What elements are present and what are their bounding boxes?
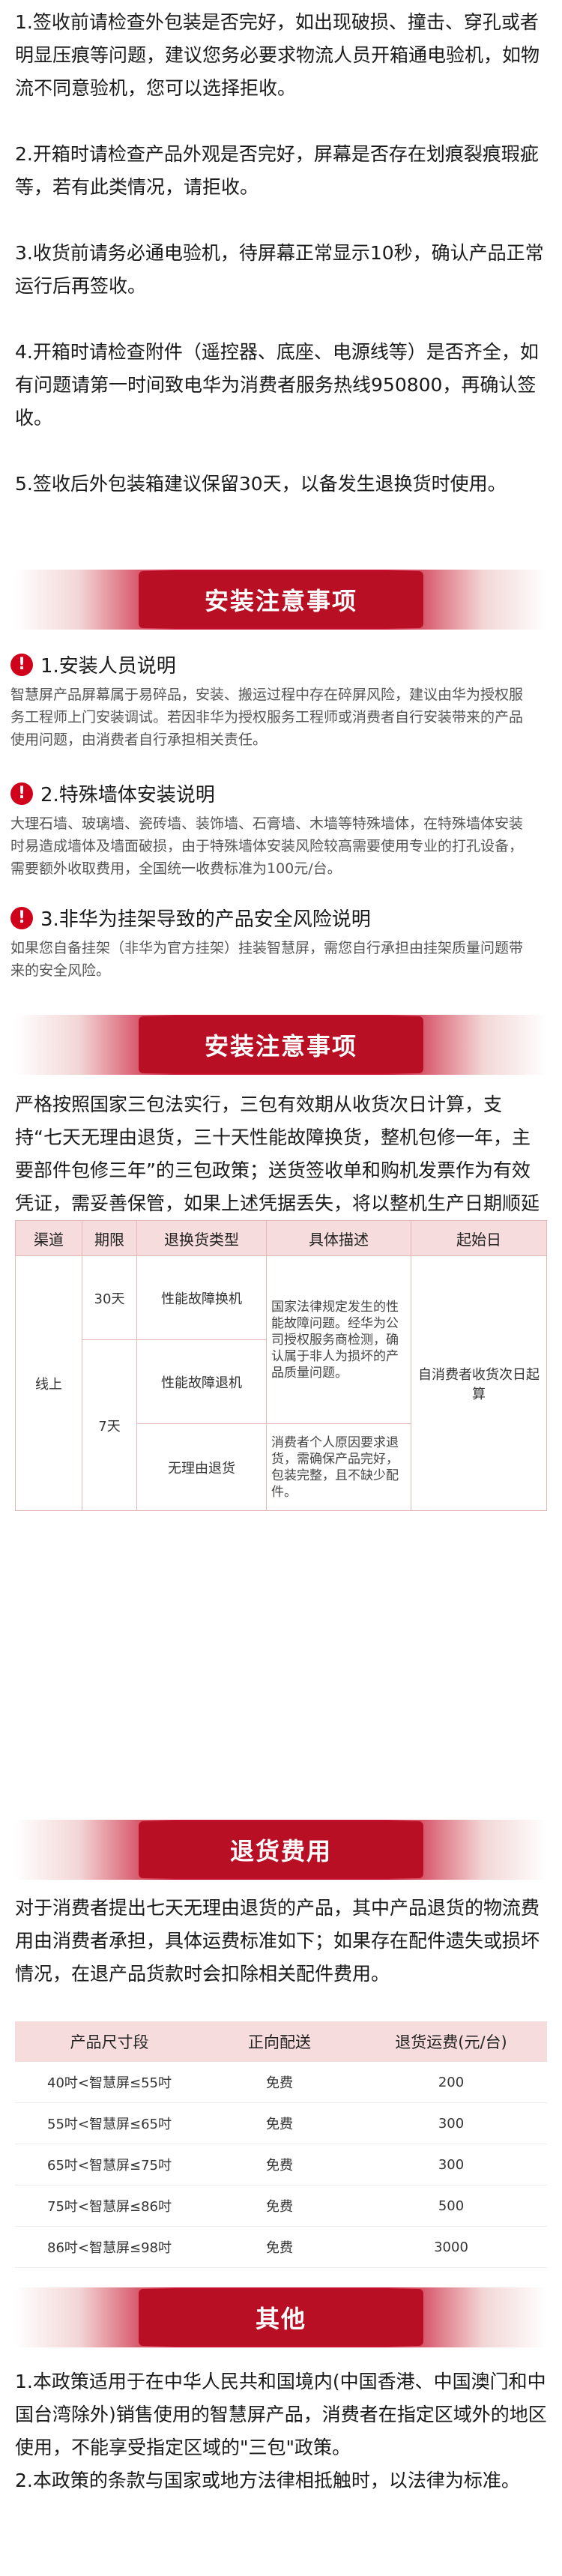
intro-item-1: 1.签收前请检查外包装是否完好，如出现破损、撞击、穿孔或者明显压痕等问题，建议您… (15, 11, 540, 99)
banner-title: 其他 (139, 2289, 423, 2346)
col-header: 正向配送 (204, 2021, 355, 2062)
warning-icon: ! (10, 653, 33, 676)
fee-cell: 200 (355, 2062, 547, 2103)
period-cell: 7天 (82, 1339, 137, 1511)
size-cell: 75吋<智慧屏≤86吋 (15, 2185, 204, 2227)
channel-cell: 线上 (15, 1255, 82, 1511)
delivery-cell: 免费 (204, 2185, 355, 2227)
fee-cell: 3000 (355, 2226, 547, 2268)
period-cell: 30天 (82, 1255, 137, 1340)
type-cell: 无理由退货 (136, 1423, 267, 1511)
section-banner-install: 安装注意事项 (15, 570, 547, 630)
type-cell: 性能故障退机 (136, 1339, 267, 1424)
size-cell: 86吋<智慧屏≤98吋 (15, 2226, 204, 2268)
table-row: 86吋<智慧屏≤98吋 免费 3000 (15, 2226, 547, 2268)
other-item-1: 1.本政策适用于在中华人民共和国境内(中国香港、中国澳门和中国台湾除外)销售使用… (15, 2371, 547, 2458)
fee-cell: 500 (355, 2185, 547, 2227)
banner-title: 安装注意事项 (139, 1016, 423, 1073)
note-title-3: ! 3.非华为挂架导致的产品安全风险说明 (10, 904, 371, 932)
intro-item-2: 2.开箱时请检查产品外观是否完好，屏幕是否存在划痕裂痕瑕疵等，若有此类情况，请拒… (15, 143, 539, 198)
col-header: 退货运费(元/台) (355, 2021, 547, 2062)
note-title-text: 3.非华为挂架导致的产品安全风险说明 (40, 908, 371, 931)
warning-icon: ! (10, 782, 33, 805)
note-body-1: 智慧屏产品屏幕属于易碎品，安装、搬运过程中存在碎屏风险，建议由华为授权服务工程师… (10, 687, 524, 748)
policy-table: 渠道 期限 退换货类型 具体描述 起始日 线上 30天 性能故障换机 国家法律规… (15, 1220, 547, 1511)
desc-cell: 国家法律规定发生的性能故障问题。经华为公司授权服务商检测，确认属于非人为损坏的产… (266, 1255, 411, 1424)
table-row: 75吋<智慧屏≤86吋 免费 500 (15, 2185, 547, 2227)
fee-text: 对于消费者提出七天无理由退货的产品，其中产品退货的物流费用由消费者承担，具体运费… (15, 1897, 540, 1985)
banner-title: 安装注意事项 (139, 571, 423, 628)
table-header-row: 渠道 期限 退换货类型 具体描述 起始日 (15, 1220, 547, 1256)
fee-cell: 300 (355, 2144, 547, 2186)
table-row: 55吋<智慧屏≤65吋 免费 300 (15, 2102, 547, 2144)
intro-section: 1.签收前请检查外包装是否完好，如出现破损、撞击、穿孔或者明显压痕等问题，建议您… (15, 6, 547, 534)
section-banner-other: 其他 (15, 2287, 547, 2347)
type-cell: 性能故障换机 (136, 1255, 267, 1340)
fee-cell: 300 (355, 2102, 547, 2144)
page: 1.签收前请检查外包装是否完好，如出现破损、撞击、穿孔或者明显压痕等问题，建议您… (0, 0, 562, 2576)
table-header-row: 产品尺寸段 正向配送 退货运费(元/台) (15, 2021, 547, 2062)
delivery-cell: 免费 (204, 2062, 355, 2103)
banner-title: 退货费用 (139, 1821, 423, 1878)
delivery-cell: 免费 (204, 2144, 355, 2186)
intro-item-3: 3.收货前请务必通电验机，待屏幕正常显示10秒，确认产品正常运行后再签收。 (15, 242, 544, 297)
other-section: 1.本政策适用于在中华人民共和国境内(中国香港、中国澳门和中国台湾除外)销售使用… (15, 2365, 547, 2497)
intro-item-4: 4.开箱时请检查附件（遥控器、底座、电源线等）是否齐全，如有问题请第一时间致电华… (15, 341, 539, 429)
intro-item-5: 5.签收后外包装箱建议保留30天，以备发生退换货时使用。 (15, 473, 507, 495)
delivery-cell: 免费 (204, 2102, 355, 2144)
note-title-2: ! 2.特殊墙体安装说明 (10, 779, 215, 807)
note-title-text: 1.安装人员说明 (40, 655, 176, 678)
size-cell: 40吋<智慧屏≤55吋 (15, 2062, 204, 2103)
other-item-2: 2.本政策的条款与国家或地方法律相抵触时，以法律为标准。 (15, 2470, 520, 2491)
note-body-3: 如果您自备挂架（非华为官方挂架）挂装智慧屏，需您自行承担由挂架质量问题带来的安全… (10, 940, 524, 979)
section-banner-policy: 安装注意事项 (15, 1015, 547, 1075)
col-header: 具体描述 (266, 1220, 411, 1256)
desc-cell: 消费者个人原因要求退货，需确保产品完好，包装完整，且不缺少配件。 (266, 1423, 411, 1511)
table-row: 线上 30天 性能故障换机 国家法律规定发生的性能故障问题。经华为公司授权服务商… (15, 1255, 547, 1511)
delivery-cell: 免费 (204, 2226, 355, 2268)
col-header: 渠道 (15, 1220, 82, 1256)
warning-icon: ! (10, 906, 33, 929)
start-cell: 自消费者收货次日起算 (411, 1255, 547, 1511)
fee-section: 对于消费者提出七天无理由退货的产品，其中产品退货的物流费用由消费者承担，具体运费… (15, 1892, 547, 1991)
fee-table: 产品尺寸段 正向配送 退货运费(元/台) 40吋<智慧屏≤55吋 免费 200 … (15, 2021, 547, 2268)
note-title-1: ! 1.安装人员说明 (10, 651, 176, 678)
col-header: 期限 (82, 1220, 137, 1256)
size-cell: 55吋<智慧屏≤65吋 (15, 2102, 204, 2144)
col-header: 退换货类型 (136, 1220, 267, 1256)
note-body-2: 大理石墙、玻璃墙、瓷砖墙、装饰墙、石膏墙、木墙等特殊墙体，在特殊墙体安装时易造成… (10, 815, 524, 877)
section-banner-fee: 退货费用 (15, 1820, 547, 1880)
size-cell: 65吋<智慧屏≤75吋 (15, 2144, 204, 2186)
col-header: 产品尺寸段 (15, 2021, 204, 2062)
table-row: 65吋<智慧屏≤75吋 免费 300 (15, 2144, 547, 2186)
col-header: 起始日 (411, 1220, 547, 1256)
table-row: 40吋<智慧屏≤55吋 免费 200 (15, 2062, 547, 2103)
note-title-text: 2.特殊墙体安装说明 (40, 784, 215, 806)
